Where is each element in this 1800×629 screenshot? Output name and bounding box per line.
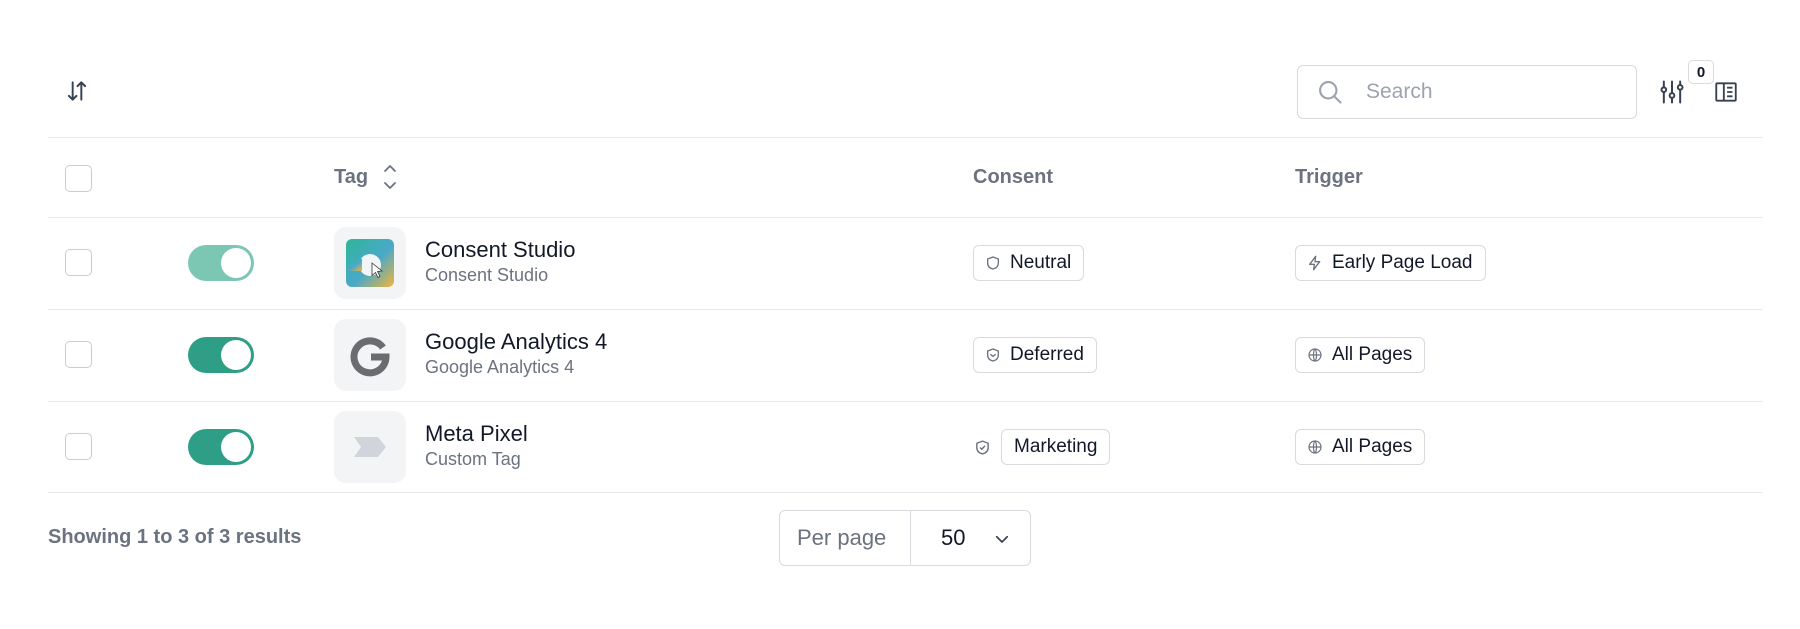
table-toolbar: 0 <box>48 60 1762 120</box>
per-page-select[interactable]: 50 <box>911 511 1030 565</box>
results-summary: Showing 1 to 3 of 3 results <box>48 526 302 548</box>
consent-badge: Neutral <box>973 245 1085 281</box>
shield-deferred-icon <box>984 346 1002 364</box>
trigger-badge: Early Page Load <box>1295 245 1486 281</box>
table-row: Consent Studio Consent Studio Neutral Ea… <box>48 217 1762 309</box>
enable-toggle[interactable] <box>188 337 254 373</box>
columns-panel-icon <box>1715 82 1737 102</box>
lightning-icon <box>1306 254 1324 272</box>
search-input[interactable] <box>1366 80 1606 104</box>
shield-icon <box>984 254 1002 272</box>
sort-arrows-icon <box>67 81 87 101</box>
consent-studio-logo <box>334 227 406 299</box>
tag-subtitle: Custom Tag <box>425 449 521 469</box>
trigger-badge: All Pages <box>1295 429 1426 465</box>
toggle-knob <box>221 432 251 462</box>
tag-subtitle: Google Analytics 4 <box>425 357 575 377</box>
tag-name: Google Analytics 4 <box>425 329 608 354</box>
globe-icon <box>1306 346 1324 364</box>
tag-name: Consent Studio <box>425 237 576 262</box>
google-g-logo <box>334 319 406 391</box>
table-row: Meta Pixel Custom Tag Marketing All Page… <box>48 401 1762 493</box>
column-header-consent: Consent <box>973 165 1053 188</box>
columns-button[interactable] <box>1710 76 1742 108</box>
custom-tag-logo <box>334 411 406 483</box>
tag-name: Meta Pixel <box>425 421 528 446</box>
per-page-label: Per page <box>780 511 911 565</box>
column-header-trigger: Trigger <box>1295 165 1363 188</box>
column-sort-icon[interactable] <box>382 162 398 192</box>
search-icon <box>1316 78 1344 106</box>
table-header: Tag Consent Trigger <box>48 137 1762 217</box>
consent-badge: Marketing <box>1001 429 1111 465</box>
trigger-badge: All Pages <box>1295 337 1426 373</box>
column-header-tag[interactable]: Tag <box>334 137 398 217</box>
per-page-control: Per page 50 <box>779 510 1031 566</box>
filter-button[interactable] <box>1656 76 1688 108</box>
divider <box>48 492 1762 493</box>
chevron-down-icon <box>992 529 1012 549</box>
tag-subtitle: Consent Studio <box>425 265 549 285</box>
row-checkbox[interactable] <box>65 433 92 460</box>
consent-badge: Deferred <box>973 337 1097 373</box>
row-checkbox[interactable] <box>65 341 92 368</box>
enable-toggle[interactable] <box>188 245 254 281</box>
row-checkbox[interactable] <box>65 249 92 276</box>
search-box <box>1297 65 1637 119</box>
table-row: Google Analytics 4 Google Analytics 4 De… <box>48 309 1762 401</box>
globe-icon <box>1306 438 1324 456</box>
enable-toggle[interactable] <box>188 429 254 465</box>
toggle-knob <box>221 340 251 370</box>
sliders-icon <box>1660 80 1684 104</box>
shield-check-icon <box>973 438 991 456</box>
select-all-checkbox[interactable] <box>65 165 92 192</box>
sort-button[interactable] <box>62 76 92 106</box>
toggle-knob <box>221 248 251 278</box>
per-page-value: 50 <box>941 525 966 550</box>
